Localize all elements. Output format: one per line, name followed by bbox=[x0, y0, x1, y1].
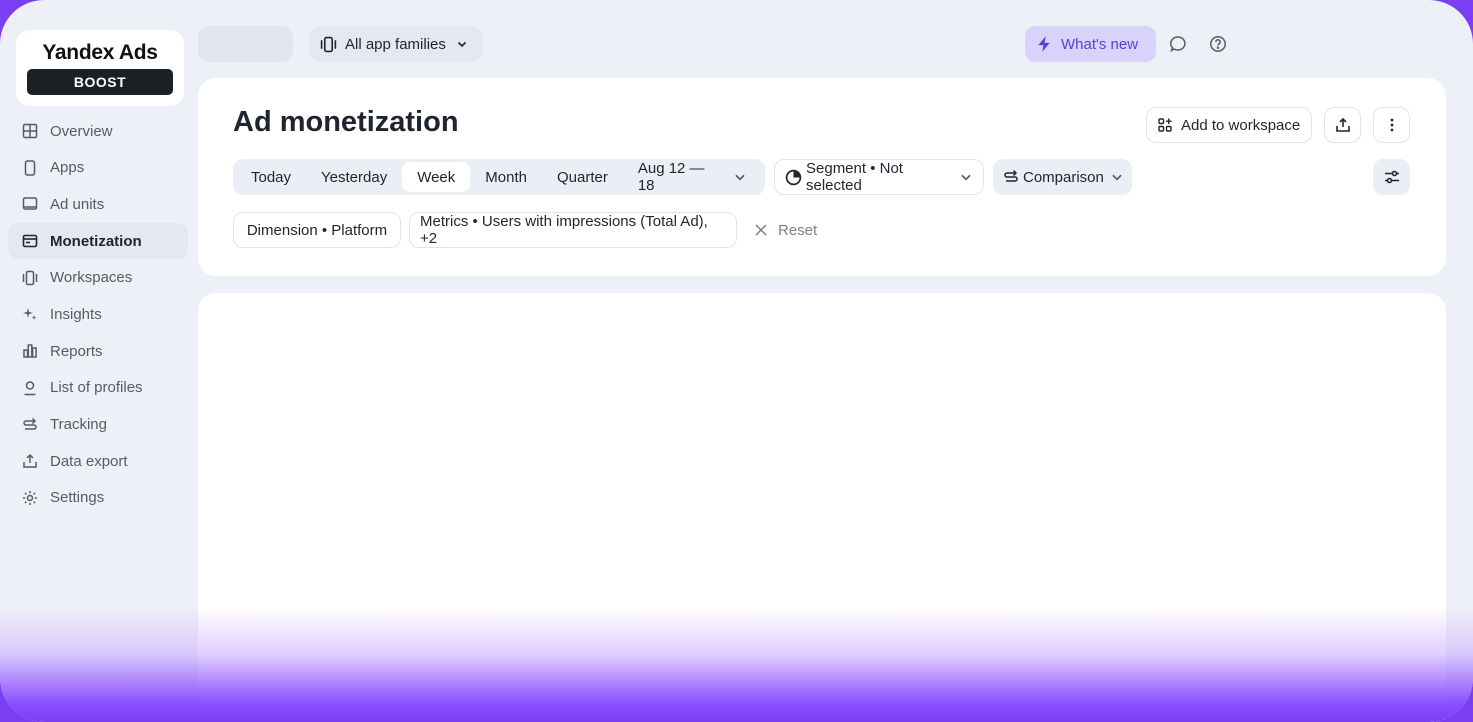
comparison-select[interactable]: Comparison bbox=[993, 159, 1132, 195]
segment-select-label: Segment • Not selected bbox=[806, 160, 903, 194]
period-month[interactable]: Month bbox=[470, 162, 542, 192]
dimension-filter-label: Dimension • Platform bbox=[246, 221, 388, 239]
sidebar-item-settings[interactable]: Settings bbox=[8, 480, 188, 516]
period-selector: Today Yesterday Week Month Quarter Aug 1… bbox=[233, 159, 765, 195]
reset-label: Reset bbox=[778, 221, 818, 239]
reset-button[interactable]: Reset bbox=[754, 212, 817, 248]
logo-title: Yandex Ads bbox=[42, 41, 158, 64]
add-widget-icon bbox=[1158, 118, 1172, 132]
settings-sliders-button[interactable] bbox=[1373, 159, 1410, 195]
workspaces-icon bbox=[22, 270, 38, 285]
sidebar-item-workspaces[interactable]: Workspaces bbox=[8, 260, 188, 296]
filters-card: Ad monetization Add to workspace Today Y… bbox=[198, 78, 1446, 276]
more-options-button[interactable] bbox=[1373, 107, 1410, 143]
logo-badge: BOOST bbox=[27, 69, 173, 95]
chevron-down-icon bbox=[735, 174, 745, 181]
phone-icon bbox=[24, 159, 36, 176]
sidebar-item-label: Workspaces bbox=[50, 269, 133, 287]
date-range-picker[interactable]: Aug 12 — 18 bbox=[623, 160, 762, 194]
sidebar-item-label: Tracking bbox=[50, 416, 107, 433]
whats-new-label: What's new bbox=[1061, 35, 1139, 53]
logo[interactable]: Yandex Ads BOOST bbox=[16, 30, 184, 106]
sidebar-item-label: Ad units bbox=[50, 195, 105, 213]
period-quarter[interactable]: Quarter bbox=[542, 162, 623, 192]
sidebar-item-reports[interactable]: Reports bbox=[8, 333, 188, 369]
sidebar-item-label: Overview bbox=[50, 122, 113, 140]
grid-icon bbox=[22, 123, 38, 139]
chat-icon bbox=[1170, 36, 1186, 53]
close-icon bbox=[755, 224, 767, 236]
lightning-icon bbox=[1038, 36, 1050, 52]
bar-chart-icon bbox=[23, 344, 37, 358]
comparison-select-label: Comparison bbox=[1023, 168, 1104, 186]
chevron-down-icon bbox=[1112, 174, 1122, 181]
app-frame: Yandex Ads BOOST Overview Apps Ad units … bbox=[0, 0, 1473, 722]
report-content-area bbox=[198, 293, 1446, 722]
sidebar-nav: Overview Apps Ad units Monetization Work… bbox=[8, 113, 188, 517]
chat-button[interactable] bbox=[1167, 33, 1189, 55]
app-family-select[interactable]: All app families bbox=[310, 26, 482, 62]
app-family-icon bbox=[320, 36, 337, 52]
comparison-icon bbox=[1004, 169, 1018, 182]
sidebar-item-label: Settings bbox=[50, 489, 105, 507]
period-week[interactable]: Week bbox=[402, 162, 471, 192]
sidebar-item-label: Insights bbox=[50, 305, 102, 323]
sidebar-item-label: Apps bbox=[50, 159, 85, 177]
share-icon bbox=[1335, 117, 1350, 132]
sidebar-item-monetization[interactable]: Monetization bbox=[8, 223, 188, 260]
date-range-label: Aug 12 — 18 bbox=[637, 160, 705, 194]
whats-new-button[interactable]: What's new bbox=[1025, 26, 1156, 62]
add-to-workspace-label: Add to workspace bbox=[1181, 116, 1301, 134]
segment-select[interactable]: Segment • Not selected bbox=[774, 159, 984, 195]
help-button[interactable] bbox=[1207, 33, 1229, 55]
sidebar-item-label: List of profiles bbox=[50, 379, 143, 397]
sidebar-item-apps[interactable]: Apps bbox=[8, 150, 188, 186]
help-icon bbox=[1210, 36, 1226, 52]
sidebar-item-ad-units[interactable]: Ad units bbox=[8, 186, 188, 222]
loading-placeholder bbox=[198, 26, 293, 62]
pie-chart-icon bbox=[785, 169, 802, 185]
more-vertical-icon bbox=[1390, 118, 1393, 132]
sidebar-item-label: Data export bbox=[50, 452, 128, 470]
user-icon bbox=[24, 381, 36, 396]
period-today[interactable]: Today bbox=[236, 162, 306, 192]
sidebar-item-label: Monetization bbox=[50, 232, 142, 250]
sliders-icon bbox=[1384, 170, 1399, 184]
dimension-filter[interactable]: Dimension • Platform bbox=[233, 212, 401, 248]
sidebar-item-tracking[interactable]: Tracking bbox=[8, 407, 188, 443]
metrics-filter[interactable]: Metrics • Users with impressions (Total … bbox=[409, 212, 737, 248]
tracking-icon bbox=[23, 417, 37, 430]
period-yesterday[interactable]: Yesterday bbox=[306, 162, 402, 192]
chevron-down-icon bbox=[961, 174, 971, 181]
ad-unit-icon bbox=[22, 197, 38, 211]
share-button[interactable] bbox=[1324, 107, 1361, 143]
sidebar-item-data-export[interactable]: Data export bbox=[8, 443, 188, 479]
page-title: Ad monetization bbox=[233, 106, 459, 138]
chevron-down-icon bbox=[457, 41, 466, 48]
sparkle-icon bbox=[23, 308, 37, 321]
export-icon bbox=[23, 454, 37, 468]
add-to-workspace-button[interactable]: Add to workspace bbox=[1146, 107, 1312, 143]
monetization-icon bbox=[22, 234, 38, 248]
app-family-select-label: All app families bbox=[345, 35, 446, 53]
sidebar-item-label: Reports bbox=[50, 342, 103, 360]
sidebar-item-overview[interactable]: Overview bbox=[8, 113, 188, 149]
sidebar-item-list-of-profiles[interactable]: List of profiles bbox=[8, 370, 188, 406]
sidebar-item-insights[interactable]: Insights bbox=[8, 296, 188, 332]
metrics-filter-label: Metrics • Users with impressions (Total … bbox=[420, 213, 708, 247]
gear-icon bbox=[23, 490, 37, 505]
